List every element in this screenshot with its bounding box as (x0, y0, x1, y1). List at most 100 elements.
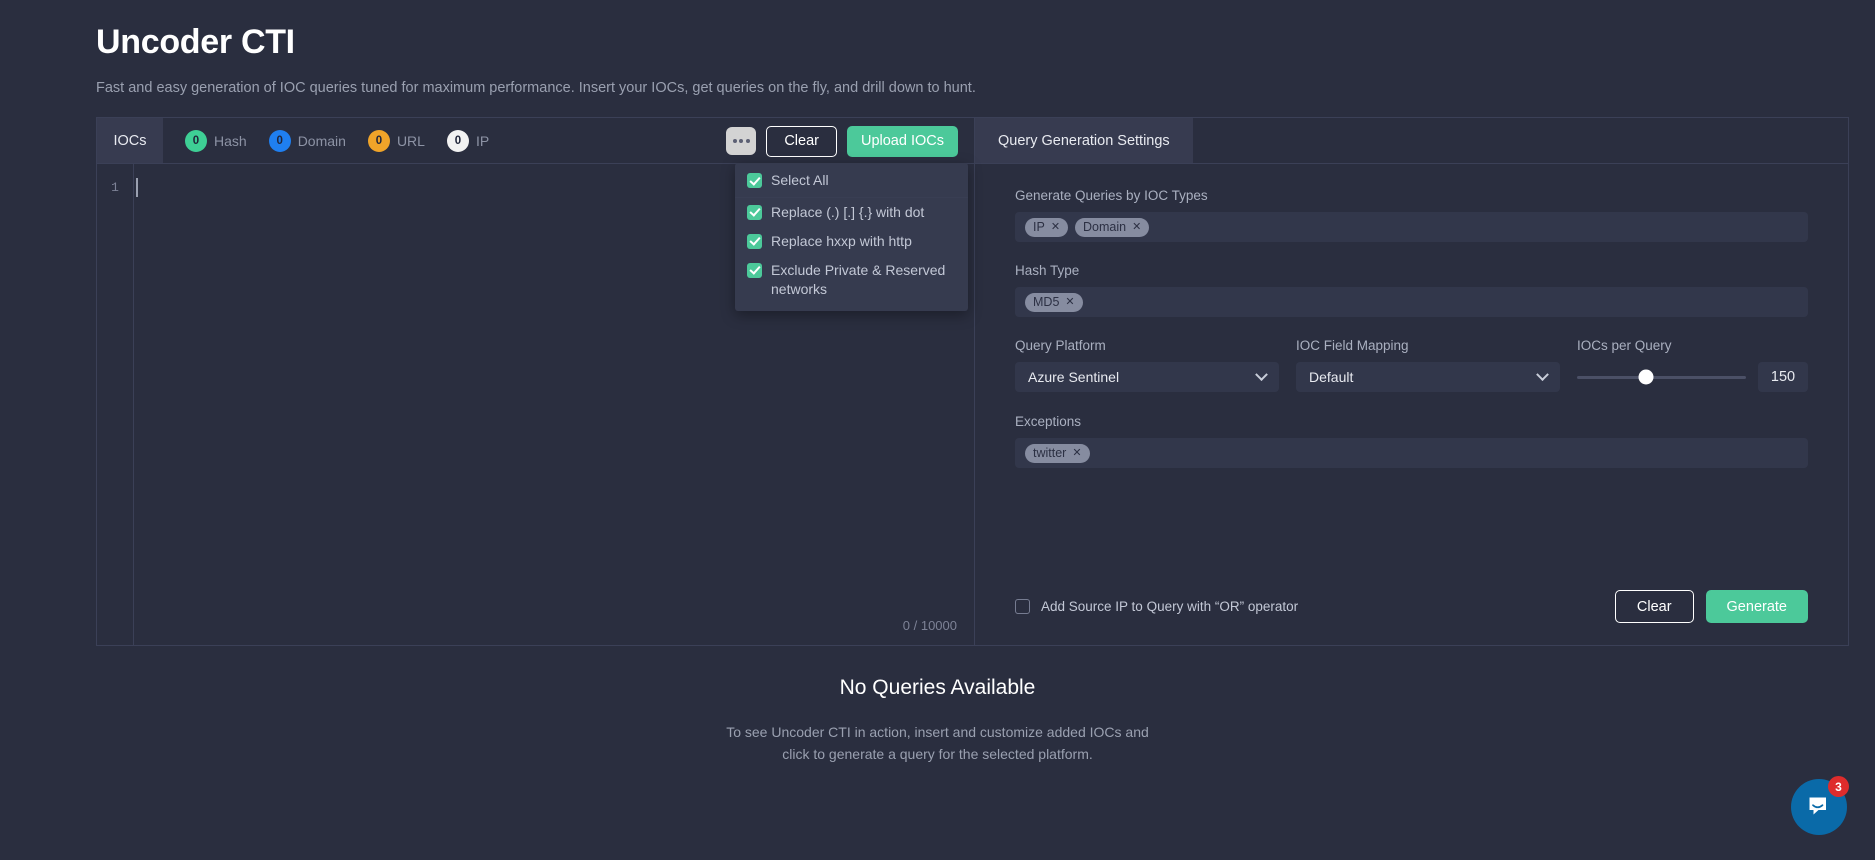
ioc-field-mapping-value: Default (1309, 369, 1353, 385)
chat-widget[interactable]: 3 (1791, 779, 1847, 835)
editor-gutter: 1 (97, 164, 134, 645)
checkbox-checked-icon[interactable] (747, 205, 762, 220)
chevron-down-icon (1255, 368, 1268, 381)
chip-md5-label: MD5 (1033, 295, 1059, 309)
chip-domain-label: Domain (1083, 220, 1126, 234)
ioc-field-mapping-label: IOC Field Mapping (1296, 338, 1560, 353)
text-caret (136, 178, 138, 197)
dropdown-item-select-all-label: Select All (771, 171, 829, 190)
tab-iocs[interactable]: IOCs (97, 118, 163, 163)
field-iocs-per-query: IOCs per Query 150 (1577, 338, 1808, 392)
ioc-field-mapping-select[interactable]: Default (1296, 362, 1560, 392)
counter-domain[interactable]: 0 Domain (269, 130, 346, 152)
iocs-per-query-slider-thumb[interactable] (1639, 370, 1654, 385)
counter-ip[interactable]: 0 IP (447, 130, 489, 152)
add-source-ip-checkbox-box[interactable] (1015, 599, 1030, 614)
counter-domain-badge: 0 (269, 130, 291, 152)
counter-hash-badge: 0 (185, 130, 207, 152)
query-platform-label: Query Platform (1015, 338, 1279, 353)
settings-action-buttons: Clear Generate (1615, 590, 1808, 623)
chat-bubble-icon (1805, 793, 1833, 821)
ioc-options-dropdown: Select All Replace (.) [.] {.} with dot … (735, 163, 968, 311)
add-source-ip-checkbox[interactable]: Add Source IP to Query with “OR” operato… (1015, 599, 1298, 614)
query-platform-select[interactable]: Azure Sentinel (1015, 362, 1279, 392)
counter-url-badge: 0 (368, 130, 390, 152)
checkbox-checked-icon[interactable] (747, 234, 762, 249)
chip-domain[interactable]: Domain ✕ (1075, 218, 1149, 237)
dropdown-item-select-all[interactable]: Select All (735, 166, 968, 198)
dropdown-item-replace-hxxp-label: Replace hxxp with http (771, 232, 912, 251)
clear-iocs-button[interactable]: Clear (766, 126, 837, 157)
page-header: Uncoder CTI Fast and easy generation of … (0, 0, 1875, 98)
ellipsis-dot (733, 139, 737, 143)
tab-iocs-label: IOCs (113, 133, 146, 149)
tab-query-generation-settings-label: Query Generation Settings (998, 133, 1170, 149)
ioc-types-chip-box[interactable]: IP ✕ Domain ✕ (1015, 212, 1808, 242)
counter-hash-label: Hash (214, 133, 247, 149)
page-title: Uncoder CTI (96, 22, 1875, 63)
chevron-down-icon (1536, 368, 1549, 381)
empty-state-line-2: click to generate a query for the select… (0, 744, 1875, 766)
iocs-per-query-label: IOCs per Query (1577, 338, 1808, 353)
tab-query-generation-settings[interactable]: Query Generation Settings (975, 118, 1193, 163)
clear-settings-button[interactable]: Clear (1615, 590, 1694, 623)
main-card: IOCs 0 Hash 0 Domain 0 URL (96, 117, 1849, 646)
counter-hash[interactable]: 0 Hash (185, 130, 247, 152)
empty-state: No Queries Available To see Uncoder CTI … (0, 676, 1875, 765)
empty-state-description: To see Uncoder CTI in action, insert and… (0, 722, 1875, 765)
chat-unread-badge: 3 (1828, 776, 1849, 797)
hash-type-chip-box[interactable]: MD5 ✕ (1015, 287, 1808, 317)
character-counter: 0 / 10000 (903, 618, 957, 633)
counter-domain-label: Domain (298, 133, 346, 149)
settings-row-platform: Query Platform Azure Sentinel IOC Field … (1015, 338, 1808, 392)
ellipsis-dot (739, 139, 743, 143)
ioc-tabstrip: IOCs 0 Hash 0 Domain 0 URL (97, 118, 974, 164)
page-subtitle: Fast and easy generation of IOC queries … (96, 79, 1875, 98)
hash-type-label: Hash Type (1015, 263, 1808, 278)
chip-ip[interactable]: IP ✕ (1025, 218, 1068, 237)
field-hash-type: Hash Type MD5 ✕ (1015, 263, 1808, 317)
field-ioc-types: Generate Queries by IOC Types IP ✕ Domai… (1015, 188, 1808, 242)
field-exceptions: Exceptions twitter ✕ (1015, 414, 1808, 468)
checkbox-checked-icon[interactable] (747, 173, 762, 188)
chip-ip-label: IP (1033, 220, 1045, 234)
field-query-platform: Query Platform Azure Sentinel (1015, 338, 1279, 392)
app-root: Uncoder CTI Fast and easy generation of … (0, 0, 1875, 860)
empty-state-line-1: To see Uncoder CTI in action, insert and… (0, 722, 1875, 744)
ellipsis-icon[interactable] (726, 127, 756, 155)
ioc-tab-actions: Clear Upload IOCs (726, 118, 958, 164)
ellipsis-dot (746, 139, 750, 143)
counter-ip-badge: 0 (447, 130, 469, 152)
chip-twitter-remove-icon[interactable]: ✕ (1072, 448, 1081, 459)
ioc-types-label: Generate Queries by IOC Types (1015, 188, 1808, 203)
exceptions-label: Exceptions (1015, 414, 1808, 429)
chip-twitter-label: twitter (1033, 446, 1066, 460)
line-number: 1 (111, 180, 119, 195)
counter-ip-label: IP (476, 133, 489, 149)
dropdown-item-replace-hxxp[interactable]: Replace hxxp with http (735, 227, 968, 256)
chip-domain-remove-icon[interactable]: ✕ (1132, 222, 1141, 233)
ioc-counters: 0 Hash 0 Domain 0 URL 0 IP (163, 118, 489, 163)
query-platform-value: Azure Sentinel (1028, 369, 1119, 385)
settings-tabstrip: Query Generation Settings (975, 118, 1848, 164)
settings-footer: Add Source IP to Query with “OR” operato… (1015, 590, 1808, 623)
dropdown-item-exclude-private[interactable]: Exclude Private & Reserved networks (735, 256, 968, 304)
counter-url[interactable]: 0 URL (368, 130, 425, 152)
empty-state-title: No Queries Available (0, 676, 1875, 700)
iocs-per-query-value: 150 (1758, 362, 1808, 392)
chip-md5-remove-icon[interactable]: ✕ (1065, 297, 1074, 308)
query-settings-pane: Query Generation Settings Generate Queri… (975, 118, 1848, 645)
chip-md5[interactable]: MD5 ✕ (1025, 293, 1083, 312)
chip-twitter[interactable]: twitter ✕ (1025, 444, 1090, 463)
upload-iocs-button[interactable]: Upload IOCs (847, 126, 958, 157)
counter-url-label: URL (397, 133, 425, 149)
iocs-per-query-control: 150 (1577, 362, 1808, 392)
dropdown-item-replace-dot-label: Replace (.) [.] {.} with dot (771, 203, 924, 222)
chip-ip-remove-icon[interactable]: ✕ (1051, 222, 1060, 233)
iocs-per-query-slider[interactable] (1577, 376, 1746, 379)
exceptions-chip-box[interactable]: twitter ✕ (1015, 438, 1808, 468)
checkbox-checked-icon[interactable] (747, 263, 762, 278)
dropdown-item-replace-dot[interactable]: Replace (.) [.] {.} with dot (735, 198, 968, 227)
settings-body: Generate Queries by IOC Types IP ✕ Domai… (975, 164, 1848, 645)
generate-button[interactable]: Generate (1706, 590, 1808, 623)
